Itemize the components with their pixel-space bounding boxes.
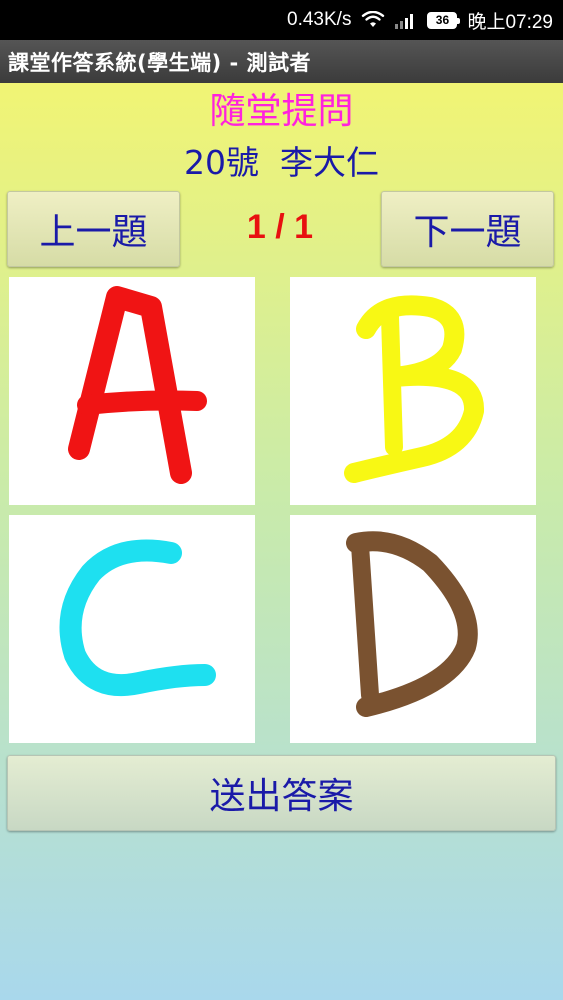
- next-question-button[interactable]: 下一題: [381, 191, 554, 267]
- signal-icon: [395, 11, 417, 29]
- letter-b-image: [344, 295, 484, 483]
- option-a-button[interactable]: A: [9, 277, 255, 505]
- page-indicator: 1 / 1: [246, 208, 314, 246]
- letter-a-image: [68, 286, 207, 484]
- status-bar: 0.43K/s 36 晚上07:29: [0, 0, 563, 40]
- battery-level: 36: [427, 11, 461, 29]
- student-info: 20號 李大仁: [184, 143, 379, 182]
- network-speed: 0.43K/s: [287, 9, 352, 30]
- mode-title: 隨堂提問: [209, 91, 354, 132]
- main-content: 隨堂提問 20號 李大仁 上一題 1 / 1 下一題 A B C: [0, 83, 563, 1000]
- wifi-icon: [361, 11, 385, 29]
- battery-icon: 36: [427, 11, 461, 29]
- letter-c-image: [59, 539, 216, 697]
- letter-d-image: [346, 531, 478, 717]
- option-d-button[interactable]: D: [290, 515, 536, 743]
- option-b-button[interactable]: B: [290, 277, 536, 505]
- submit-answer-button[interactable]: 送出答案: [7, 755, 556, 831]
- option-c-button[interactable]: C: [9, 515, 255, 743]
- prev-question-button[interactable]: 上一題: [7, 191, 180, 267]
- status-time: 晚上07:29: [467, 11, 553, 33]
- app-title: 課堂作答系統(學生端) - 測試者: [0, 40, 563, 83]
